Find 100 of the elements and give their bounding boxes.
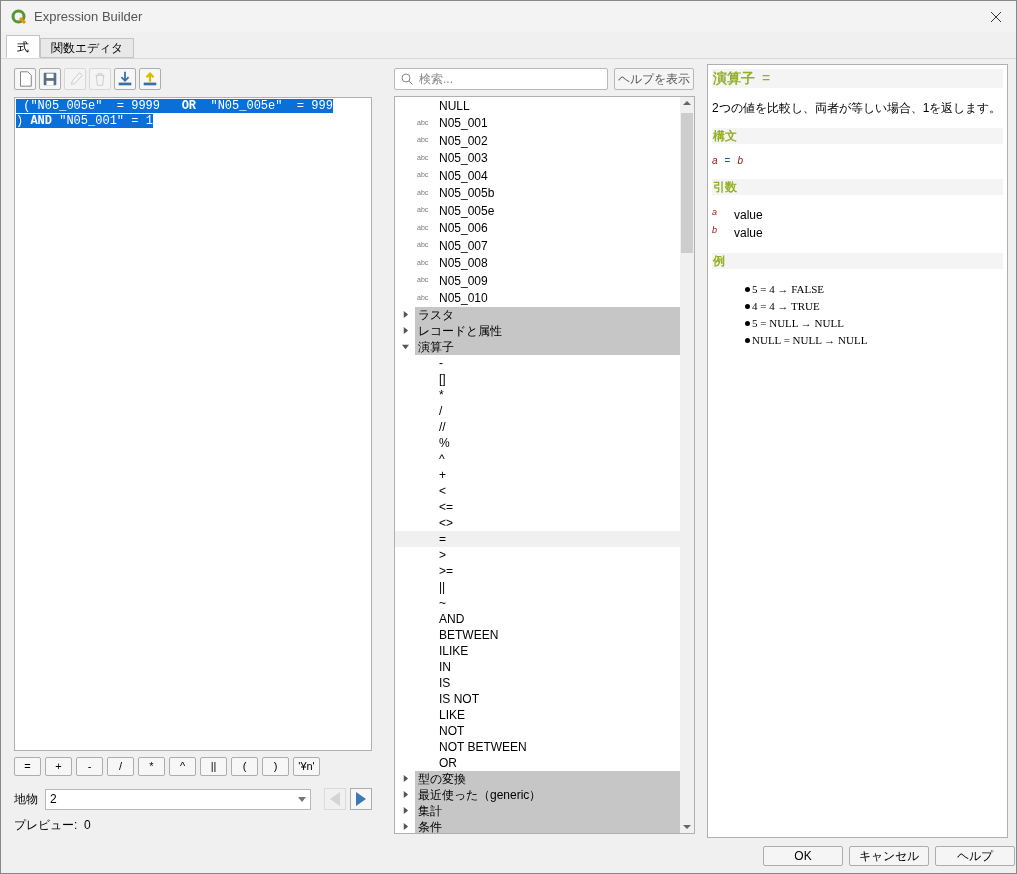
show-help-button[interactable]: ヘルプを表示 [614,68,694,90]
app-logo-icon [11,8,27,25]
expression-text: ) AND "N05_001" = 1 [16,114,153,128]
tree-item[interactable]: [] [395,370,680,387]
tree-item-label: N05_003 [439,150,488,168]
example-text: NULL = NULL → NULL [752,333,868,349]
help-description: 2つの値を比較し、両者が等しい場合、1を返します。 [712,100,1003,117]
example-text: 5 = 4 → FALSE [752,282,824,298]
download-icon [116,70,134,88]
tree-item[interactable]: < [395,482,680,499]
argument-description: value [734,207,763,224]
download-button[interactable] [114,68,136,90]
expression-editor[interactable]: ("N05_005e" = 9999 OR "N05_005e" = 999 ) AND "N05_001" = 1 [14,97,372,751]
operator-button[interactable]: + [45,757,72,776]
close-icon[interactable] [990,10,1002,23]
bullet-icon [745,338,750,343]
tree-group[interactable]: 型の変換 [415,770,680,787]
tree-item-label: N05_009 [439,272,488,290]
tree-group[interactable]: ラスタ [415,306,680,323]
tree-item[interactable]: - [395,354,680,371]
tree-item[interactable]: ^ [395,450,680,467]
tree-item[interactable]: AND [395,610,680,627]
tree-item[interactable]: = [395,530,680,547]
section-heading: 引数 [712,179,1003,195]
operator-button[interactable]: ^ [169,757,196,776]
operator-button[interactable]: - [76,757,103,776]
search-icon [401,73,413,85]
argument-name: a [712,206,718,219]
tree-item[interactable]: BETWEEN [395,626,680,643]
bullet-icon [745,321,750,326]
bullet-icon [745,304,750,309]
triangle-right-icon [355,791,368,807]
tree-item-label: N05_007 [439,237,488,255]
dialog-button[interactable]: ヘルプ [935,845,1015,866]
operator-button[interactable]: * [138,757,165,776]
tree-item[interactable]: IS [395,674,680,691]
tree-item[interactable]: NOT [395,722,680,739]
tree-item[interactable]: NOT BETWEEN [395,738,680,755]
tree-item[interactable]: // [395,418,680,435]
tree-item[interactable]: <> [395,514,680,531]
operator-button[interactable]: || [200,757,227,776]
tree-item[interactable]: IN [395,658,680,675]
tree-item[interactable]: IS NOT [395,690,680,707]
caret-down-icon[interactable] [401,343,409,351]
tree-item-label: N05_010 [439,290,488,308]
section-heading: 例 [712,253,1003,269]
tree-item[interactable]: > [395,546,680,563]
save-icon [41,70,59,88]
operator-symbol: = [762,69,771,88]
example-text: 5 = NULL → NULL [752,316,844,332]
next-button[interactable] [350,788,372,810]
tree-item[interactable]: * [395,386,680,403]
preview-text: プレビュー: 0 [14,817,92,834]
dialog-button[interactable]: OK [763,845,843,866]
operator-button[interactable]: / [107,757,134,776]
new-file-button[interactable] [14,68,36,90]
search-field[interactable]: 検索... [394,68,608,90]
argument-name: b [712,224,718,237]
tree-item[interactable]: + [395,466,680,483]
operator-button[interactable]: '¥n' [293,757,320,776]
tree-item[interactable]: >= [395,562,680,579]
tree-item[interactable]: <= [395,498,680,515]
tree-item-label: N05_005e [439,202,495,220]
tree-item[interactable]: NULL [395,96,680,115]
section-heading: 構文 [712,128,1003,144]
upload-icon [141,70,159,88]
dialog-button[interactable]: キャンセル [849,845,929,866]
bullet-icon [745,287,750,292]
tree-item-label: N05_006 [439,220,488,238]
tree-item[interactable]: / [395,402,680,419]
tree-item[interactable]: ILIKE [395,642,680,659]
window-title: Expression Builder [34,7,143,26]
save-button[interactable] [39,68,61,90]
scrollbar[interactable] [680,96,694,833]
tree-item-label: N05_002 [439,132,488,150]
operator-button[interactable]: ( [231,757,258,776]
tab[interactable]: 式 [6,35,40,58]
tree-item[interactable]: ~ [395,594,680,611]
feature-dropdown[interactable]: 2 [44,788,312,810]
triangle-left-icon [329,791,342,807]
argument-description: value [734,225,763,242]
example-text: 4 = 4 → TRUE [752,299,820,315]
tree-item-label: N05_004 [439,167,488,185]
scrollbar-thumb[interactable] [681,112,693,253]
feature-label: 地物 [14,791,39,808]
help-title: 演算子 [713,69,755,88]
tree-item[interactable]: || [395,578,680,595]
tree-item-label: NULL [439,97,470,115]
syntax-part: b [737,154,743,168]
tree-item[interactable]: % [395,434,680,451]
operator-button[interactable]: = [14,757,41,776]
tree-item[interactable]: OR [395,754,680,771]
syntax-part: a [712,154,718,168]
tree-item[interactable]: LIKE [395,706,680,723]
upload-button[interactable] [139,68,161,90]
tree-item-label: N05_008 [439,255,488,273]
expression-text: ("N05_005e" = 9999 OR "N05_005e" = 999 [16,99,333,113]
tree-item-label: N05_001 [439,115,488,133]
tab[interactable]: 関数エディタ [40,38,134,58]
operator-button[interactable]: ) [262,757,289,776]
